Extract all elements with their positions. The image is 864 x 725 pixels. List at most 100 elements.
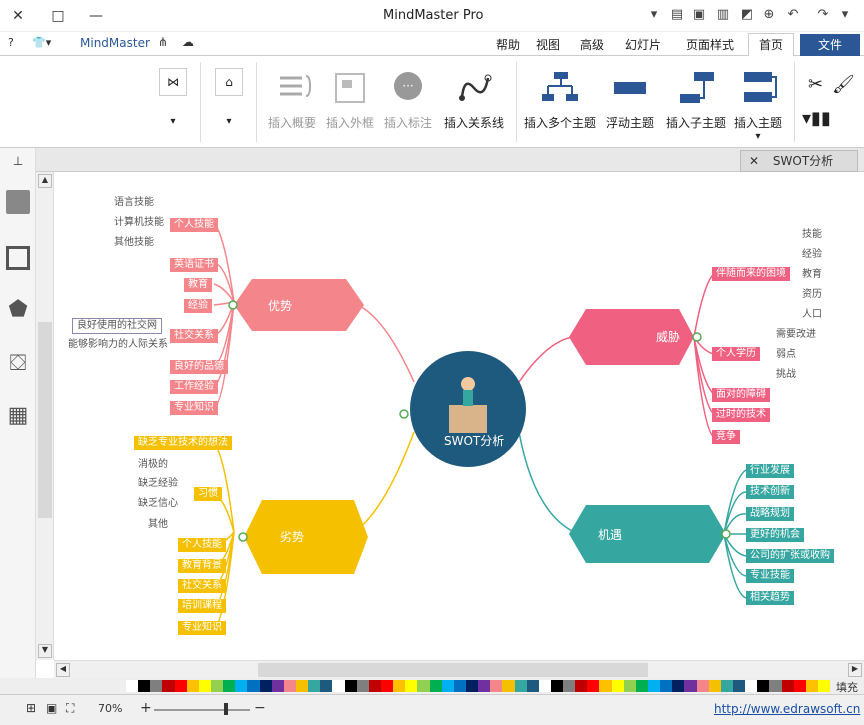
threat-item[interactable]: 面对的障碍 (712, 388, 770, 402)
strength-subitem[interactable]: 能够影响力的人际关系 (64, 338, 172, 352)
layout-button[interactable]: ⋈ ▾ (156, 64, 190, 144)
document-tab[interactable]: ✕ SWOT分析 (740, 150, 858, 172)
palette-swatch[interactable] (186, 680, 199, 692)
close-window-button[interactable]: ✕ (8, 6, 28, 26)
strength-item[interactable]: 个人技能 (170, 218, 218, 232)
opportunity-item[interactable]: 更好的机会 (746, 528, 804, 542)
palette-swatch[interactable] (660, 680, 673, 692)
insert-subtopic-button[interactable]: 插入子主题 (662, 64, 730, 144)
palette-swatch[interactable] (441, 680, 454, 692)
weakness-subitem[interactable]: 缺乏经验 (134, 477, 182, 491)
share-icon[interactable]: ◩ (738, 6, 756, 24)
fullscreen-icon[interactable]: ⛶ (66, 701, 74, 716)
fit-width-icon[interactable]: ▣ (46, 701, 57, 715)
strength-item[interactable]: 良好的品德 (170, 360, 228, 374)
threat-subitem[interactable]: 教育 (798, 268, 826, 282)
strength-item[interactable]: 经验 (184, 299, 212, 313)
mindmap-canvas[interactable]: SWOT分析 优势 威胁 劣势 机遇 个人技能 英语证书 教育 经验 社交关系 … (54, 172, 864, 660)
palette-swatch[interactable] (635, 680, 649, 692)
zoom-slider[interactable] (154, 709, 250, 711)
weakness-label[interactable]: 劣势 (276, 530, 308, 544)
palette-swatch[interactable] (344, 680, 357, 692)
palette-swatch[interactable] (465, 680, 479, 692)
threat-subitem[interactable]: 技能 (798, 228, 826, 242)
weakness-item[interactable]: 缺乏专业技术的想法 (134, 436, 232, 450)
opportunity-item[interactable]: 专业技能 (746, 569, 794, 583)
redo-dropdown-icon[interactable]: ▾ (836, 6, 854, 24)
palette-swatch[interactable] (563, 680, 576, 692)
palette-swatch[interactable] (538, 680, 551, 692)
weakness-item[interactable]: 培训课程 (178, 599, 226, 613)
palette-swatch[interactable] (247, 680, 260, 692)
palette-swatch[interactable] (611, 680, 624, 692)
palette-swatch[interactable] (696, 680, 709, 692)
strength-item[interactable]: 社交关系 (170, 329, 218, 343)
palette-swatch[interactable] (502, 680, 515, 692)
palette-swatch[interactable] (210, 680, 224, 692)
export-icon[interactable]: ▤ (668, 6, 686, 24)
palette-swatch[interactable] (150, 680, 163, 692)
palette-swatch[interactable] (259, 680, 272, 692)
tab-slides[interactable]: 幻灯片 (620, 34, 666, 56)
palette-swatch[interactable] (818, 680, 831, 692)
weakness-item[interactable]: 社交关系 (178, 579, 226, 593)
new-icon[interactable]: ⊕ (760, 6, 778, 24)
weakness-item[interactable]: 习惯 (194, 487, 222, 501)
palette-swatch[interactable] (429, 680, 442, 692)
print-icon[interactable]: ▣ (690, 6, 708, 24)
insert-summary-button[interactable]: 插入概要 (262, 64, 322, 144)
palette-swatch[interactable] (223, 680, 236, 692)
brush-icon[interactable]: 🖌 (832, 74, 855, 95)
palette-swatch[interactable] (417, 680, 430, 692)
palette-swatch[interactable] (198, 680, 211, 692)
strength-item[interactable]: 专业知识 (170, 401, 218, 415)
palette-swatch[interactable] (587, 680, 600, 692)
threat-subitem[interactable]: 经验 (798, 248, 826, 262)
palette-swatch[interactable] (393, 680, 406, 692)
maximize-button[interactable]: □ (48, 6, 68, 26)
palette-swatch[interactable] (805, 680, 819, 692)
zoom-out-button[interactable]: − (254, 700, 266, 716)
minimize-button[interactable]: — (86, 6, 106, 26)
palette-swatch[interactable] (575, 680, 588, 692)
palette-swatch[interactable] (174, 680, 187, 692)
tab-advanced[interactable]: 高级 (574, 34, 610, 56)
tab-view[interactable]: 视图 (530, 34, 566, 56)
insert-relationship-button[interactable]: 插入关系线 (440, 64, 508, 144)
palette-swatch[interactable] (405, 680, 418, 692)
palette-swatch[interactable] (599, 680, 612, 692)
center-topic-label[interactable]: SWOT分析 (440, 434, 508, 448)
threat-label[interactable]: 威胁 (652, 330, 684, 344)
palette-swatch[interactable] (380, 680, 394, 692)
palette-swatch[interactable] (623, 680, 636, 692)
threat-item[interactable]: 竞争 (712, 430, 740, 444)
strength-label[interactable]: 优势 (264, 299, 296, 313)
pin-icon[interactable]: ⊥ (6, 154, 30, 178)
palette-swatch[interactable] (648, 680, 661, 692)
clipart-icon[interactable]: ⬟ (6, 298, 30, 322)
palette-swatch[interactable] (490, 680, 503, 692)
insert-boundary-button[interactable]: 插入外框 (322, 64, 378, 144)
horizontal-scrollbar[interactable]: ◀ ▶ (54, 660, 864, 678)
strength-subitem[interactable]: 良好使用的社交网 (72, 318, 162, 334)
strength-subitem[interactable]: 其他技能 (110, 236, 158, 250)
opportunity-item[interactable]: 战略规划 (746, 507, 794, 521)
palette-swatch[interactable] (514, 680, 527, 692)
palette-swatch[interactable] (283, 680, 296, 692)
strength-subitem[interactable]: 计算机技能 (110, 216, 168, 230)
cloud-icon[interactable]: ☁ (182, 35, 194, 49)
shirt-icon[interactable]: 👕▾ (32, 36, 51, 49)
color-palette[interactable]: 填充 (0, 678, 864, 694)
save-icon[interactable]: ▥ (714, 6, 732, 24)
threat-item[interactable]: 个人学历 (712, 347, 760, 361)
palette-swatch[interactable] (126, 680, 139, 692)
threat-subitem[interactable]: 挑战 (772, 368, 800, 382)
tab-home[interactable]: 首页 (748, 33, 794, 57)
palette-swatch[interactable] (720, 680, 734, 692)
palette-swatch[interactable] (745, 680, 758, 692)
help-icon[interactable]: ? (8, 36, 14, 49)
redo-icon[interactable]: ↷ (814, 6, 832, 24)
outline-icon[interactable] (6, 246, 30, 270)
calendar-icon[interactable]: ▦ (6, 404, 30, 428)
palette-swatch[interactable] (478, 680, 491, 692)
